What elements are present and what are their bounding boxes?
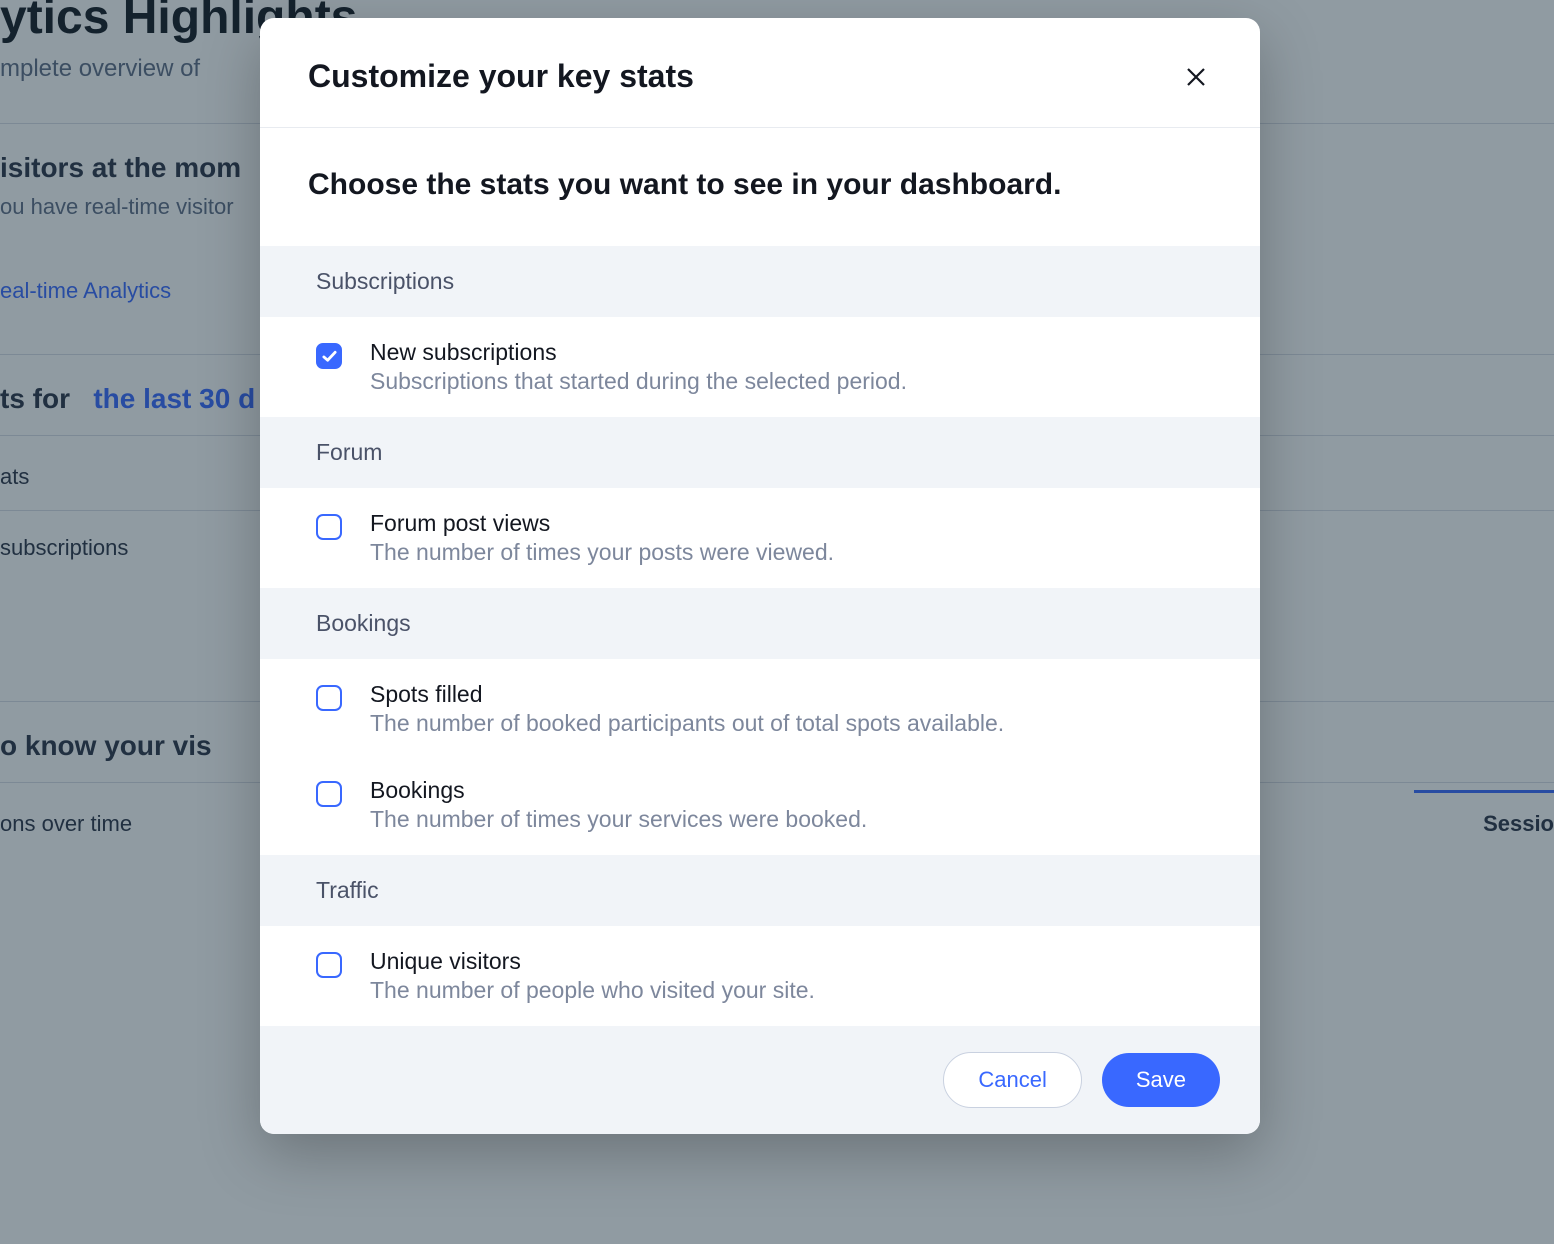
option-desc: The number of times your posts were view… <box>370 539 834 566</box>
option-unique-visitors[interactable]: Unique visitors The number of people who… <box>260 926 1260 1026</box>
option-desc: The number of times your services were b… <box>370 806 867 833</box>
modal-subtitle: Choose the stats you want to see in your… <box>260 128 1260 246</box>
section-header-bookings: Bookings <box>260 588 1260 659</box>
option-desc: The number of booked participants out of… <box>370 710 1004 737</box>
customize-stats-modal: Customize your key stats Choose the stat… <box>260 18 1260 1134</box>
option-spots-filled[interactable]: Spots filled The number of booked partic… <box>260 659 1260 759</box>
option-label: Bookings <box>370 777 867 804</box>
section-header-subscriptions: Subscriptions <box>260 246 1260 317</box>
option-label: Forum post views <box>370 510 834 537</box>
option-new-subscriptions[interactable]: New subscriptions Subscriptions that sta… <box>260 317 1260 417</box>
checkbox-unique-visitors[interactable] <box>316 952 342 978</box>
save-button[interactable]: Save <box>1102 1053 1220 1107</box>
modal-footer: Cancel Save <box>260 1026 1260 1134</box>
option-forum-post-views[interactable]: Forum post views The number of times you… <box>260 488 1260 588</box>
option-label: Spots filled <box>370 681 1004 708</box>
close-button[interactable] <box>1180 61 1212 93</box>
option-bookings[interactable]: Bookings The number of times your servic… <box>260 759 1260 855</box>
cancel-button[interactable]: Cancel <box>943 1052 1081 1108</box>
checkbox-new-subscriptions[interactable] <box>316 343 342 369</box>
section-header-forum: Forum <box>260 417 1260 488</box>
option-label: Unique visitors <box>370 948 815 975</box>
option-desc: The number of people who visited your si… <box>370 977 815 1004</box>
option-label: New subscriptions <box>370 339 907 366</box>
section-header-traffic: Traffic <box>260 855 1260 926</box>
checkbox-forum-post-views[interactable] <box>316 514 342 540</box>
checkbox-bookings[interactable] <box>316 781 342 807</box>
check-icon <box>322 349 337 364</box>
option-desc: Subscriptions that started during the se… <box>370 368 907 395</box>
modal-header: Customize your key stats <box>260 18 1260 128</box>
modal-title: Customize your key stats <box>308 58 694 95</box>
checkbox-spots-filled[interactable] <box>316 685 342 711</box>
close-icon <box>1184 65 1208 89</box>
